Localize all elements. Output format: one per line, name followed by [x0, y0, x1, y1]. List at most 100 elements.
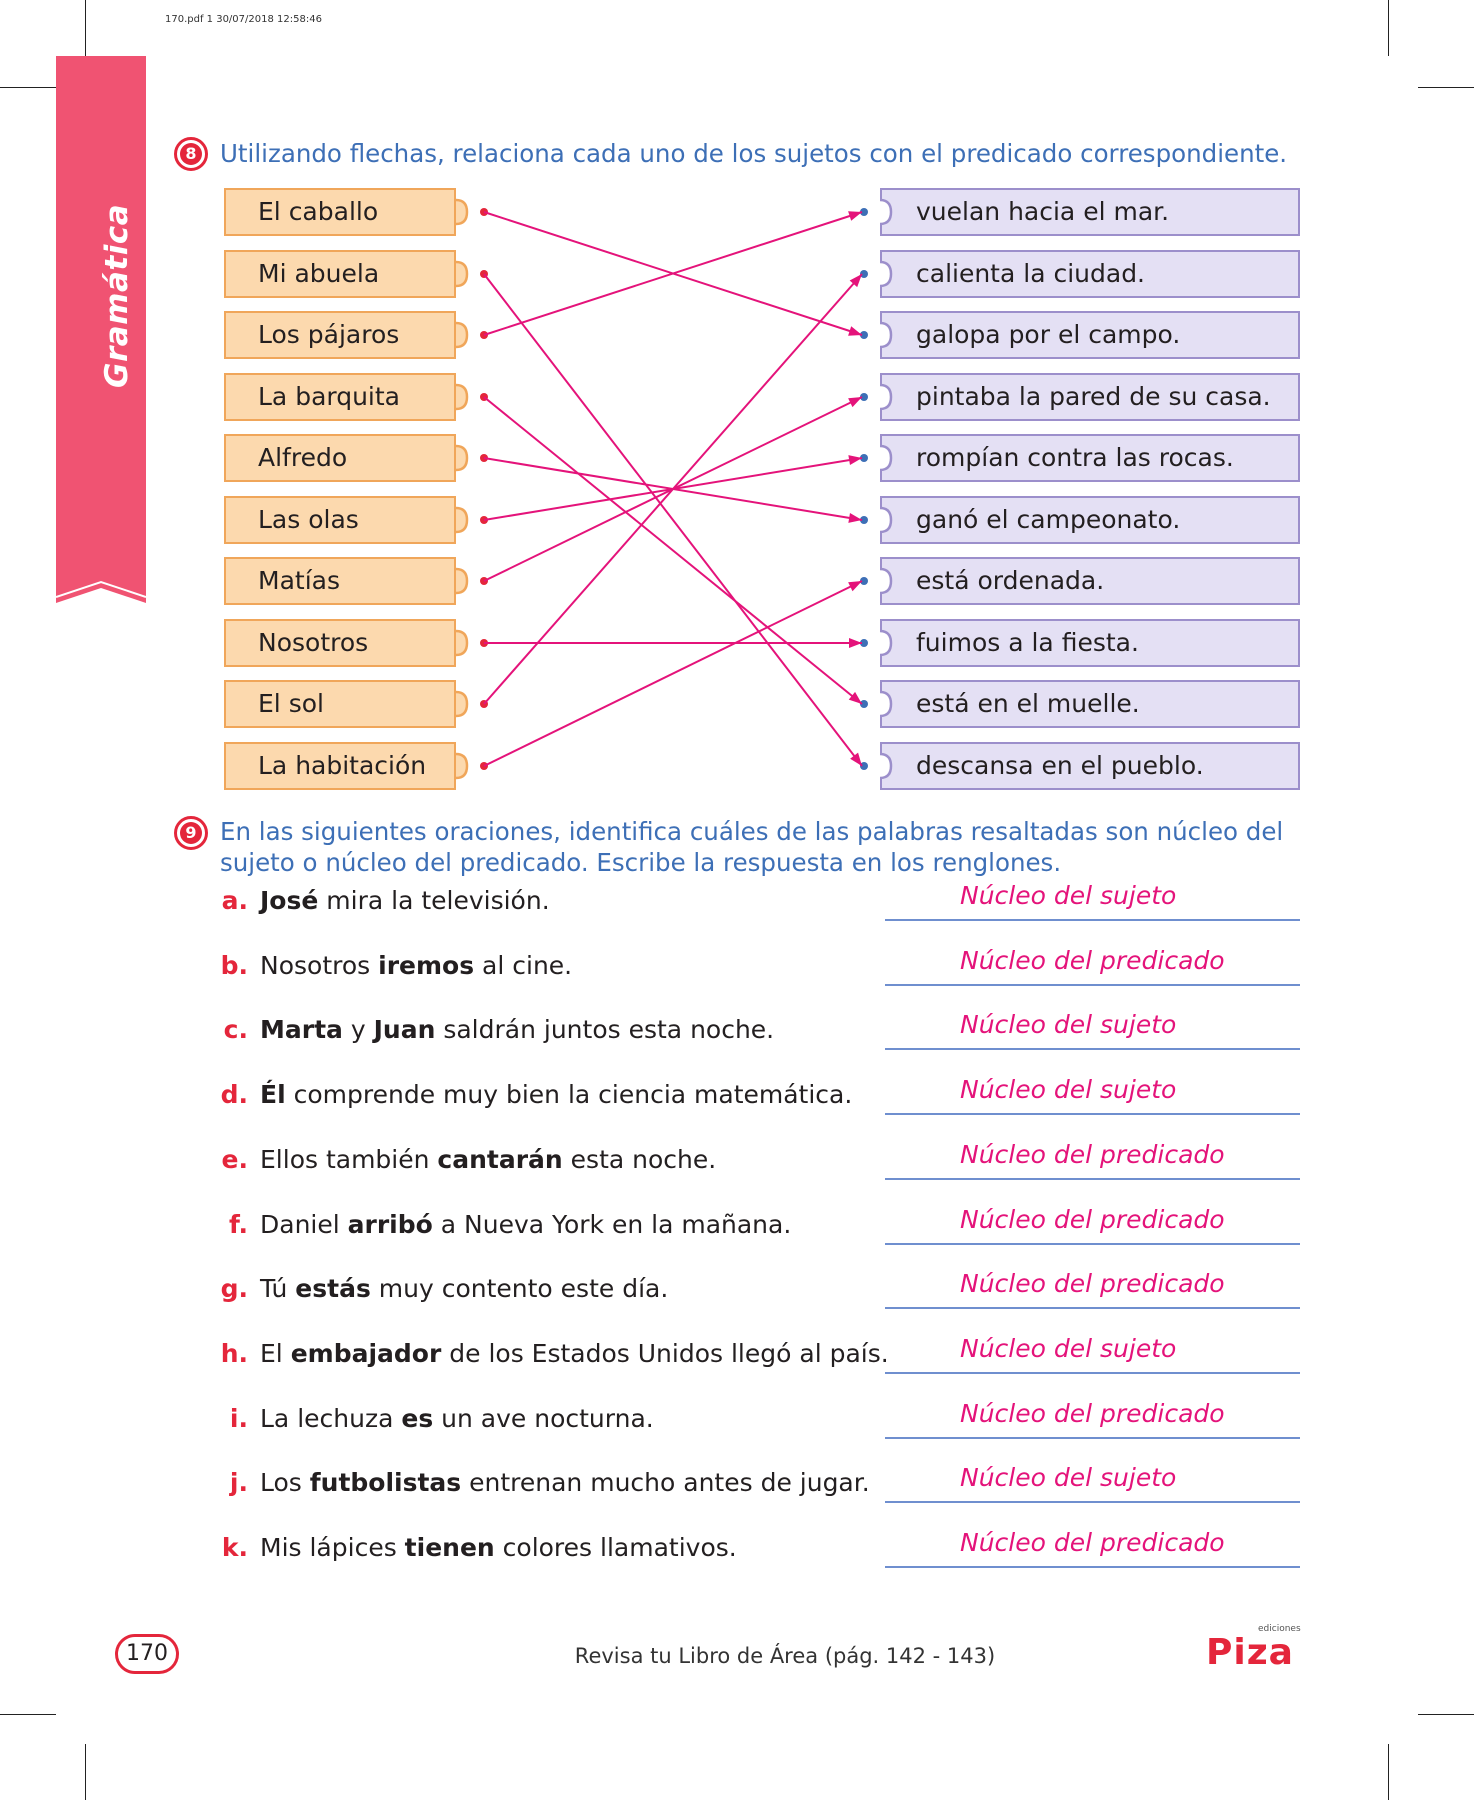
match-arrow-head: [848, 512, 862, 523]
answer-text: Núcleo del sujeto: [960, 1010, 1177, 1039]
highlighted-word: estás: [295, 1274, 371, 1303]
sentence-part: El: [260, 1339, 291, 1368]
subject-tab: [455, 506, 469, 534]
predicate-notch: [879, 260, 893, 288]
match-arrow-head: [848, 326, 862, 336]
predicate-notch: [879, 444, 893, 472]
match-arrow-head: [849, 638, 862, 648]
match-arrow-head: [848, 455, 862, 466]
question-text: Daniel arribó a Nueva York en la mañana.: [260, 1210, 791, 1239]
predicate-notch: [879, 383, 893, 411]
match-arrow-head: [848, 211, 862, 221]
highlighted-word: embajador: [290, 1339, 442, 1368]
match-arrow-head: [850, 752, 862, 766]
answer-line[interactable]: Núcleo del sujeto: [885, 879, 1300, 921]
question-row: d. Él comprende muy bien la ciencia matem…: [218, 1075, 853, 1115]
exercise-instruction: En las siguientes oraciones, identifica …: [220, 816, 1283, 878]
question-letter: c.: [223, 1015, 248, 1044]
subject-tab: [455, 383, 469, 411]
answer-text: Núcleo del predicado: [960, 1205, 1225, 1234]
answer-text: Núcleo del predicado: [960, 1399, 1225, 1428]
subject-tab: [455, 321, 469, 349]
question-row: f. Daniel arribó a Nueva York en la mañan…: [218, 1205, 791, 1245]
highlighted-word: tienen: [404, 1533, 495, 1562]
question-text: Los futbolistas entrenan mucho antes de …: [260, 1468, 870, 1497]
sentence-part: Daniel: [260, 1210, 348, 1239]
sentence-part: Ellos también: [260, 1145, 438, 1174]
sentence-part: Los: [260, 1468, 310, 1497]
answer-line[interactable]: Núcleo del predicado: [885, 1267, 1300, 1309]
question-row: e. Ellos también cantarán esta noche.: [218, 1140, 717, 1180]
sentence-part: La lechuza: [260, 1404, 402, 1433]
sentence-part: de los Estados Unidos llegó al país.: [441, 1339, 889, 1368]
question-text: José mira la televisión.: [260, 886, 550, 915]
sentence-part: comprende muy bien la ciencia matemática…: [285, 1080, 853, 1109]
answer-text: Núcleo del predicado: [960, 1140, 1225, 1169]
question-row: h. El embajador de los Estados Unidos lle…: [218, 1334, 889, 1374]
sentence-part: Nosotros: [260, 951, 379, 980]
page-number: 170: [115, 1634, 179, 1674]
highlighted-word: Marta: [260, 1015, 343, 1044]
answer-line[interactable]: Núcleo del predicado: [885, 1138, 1300, 1180]
question-row: g. Tú estás muy contento este día.: [218, 1269, 669, 1309]
highlighted-word: cantarán: [437, 1145, 563, 1174]
question-text: El embajador de los Estados Unidos llegó…: [260, 1339, 889, 1368]
answer-text: Núcleo del sujeto: [960, 1463, 1177, 1492]
highlighted-word: José: [260, 886, 319, 915]
logo-small-text: ediciones: [1258, 1624, 1301, 1634]
question-text: Ellos también cantarán esta noche.: [260, 1145, 716, 1174]
answer-line[interactable]: Núcleo del predicado: [885, 944, 1300, 986]
question-letter: e.: [221, 1145, 248, 1174]
sentence-part: y: [342, 1015, 374, 1044]
question-row: c. Marta y Juan saldrán juntos esta noche…: [218, 1010, 774, 1050]
match-arrow-line: [483, 580, 863, 767]
sentence-part: al cine.: [474, 951, 573, 980]
crop-mark: [85, 1744, 86, 1800]
match-arrow-head: [848, 581, 862, 592]
subject-tab: [455, 567, 469, 595]
instruction-line: sujeto o núcleo del predicado. Escribe l…: [220, 848, 1062, 877]
match-arrow-line: [483, 273, 863, 767]
predicate-notch: [879, 506, 893, 534]
predicate-notch: [879, 690, 893, 718]
answer-line[interactable]: Núcleo del predicado: [885, 1203, 1300, 1245]
sentence-part: esta noche.: [562, 1145, 717, 1174]
question-text: Mis lápices tienen colores llamativos.: [260, 1533, 737, 1562]
sentence-part: colores llamativos.: [494, 1533, 737, 1562]
answer-line[interactable]: Núcleo del sujeto: [885, 1461, 1300, 1503]
question-letter: k.: [221, 1533, 248, 1562]
answer-text: Núcleo del predicado: [960, 1528, 1225, 1557]
sentence-part: Mis lápices: [260, 1533, 405, 1562]
answer-line[interactable]: Núcleo del sujeto: [885, 1008, 1300, 1050]
crop-mark: [0, 1714, 56, 1715]
question-row: k. Mis lápices tienen colores llamativos.: [218, 1528, 737, 1568]
answer-line[interactable]: Núcleo del predicado: [885, 1526, 1300, 1568]
answer-text: Núcleo del predicado: [960, 1269, 1225, 1298]
answer-text: Núcleo del predicado: [960, 946, 1225, 975]
question-letter: f.: [228, 1210, 248, 1239]
exercise-number: 9: [180, 822, 202, 844]
predicate-notch: [879, 752, 893, 780]
subject-tab: [455, 690, 469, 718]
footer-note: Revisa tu Libro de Área (pág. 142 - 143): [574, 1644, 996, 1668]
highlighted-word: futbolistas: [309, 1468, 462, 1497]
sentence-part: a Nueva York en la mañana.: [432, 1210, 792, 1239]
match-arrow-head: [848, 397, 862, 408]
match-arrow-line: [483, 273, 863, 705]
question-letter: h.: [220, 1339, 248, 1368]
answer-line[interactable]: Núcleo del sujeto: [885, 1073, 1300, 1115]
highlighted-word: iremos: [378, 951, 475, 980]
sentence-part: saldrán juntos esta noche.: [435, 1015, 775, 1044]
question-row: a. José mira la televisión.: [218, 881, 550, 921]
answer-line[interactable]: Núcleo del sujeto: [885, 1332, 1300, 1374]
subject-tab: [455, 629, 469, 657]
answer-text: Núcleo del sujeto: [960, 1334, 1177, 1363]
question-letter: d.: [220, 1080, 248, 1109]
question-letter: b.: [220, 951, 248, 980]
subject-tab: [455, 198, 469, 226]
highlighted-word: Juan: [373, 1015, 436, 1044]
answer-line[interactable]: Núcleo del predicado: [885, 1397, 1300, 1439]
predicate-notch: [879, 321, 893, 349]
sentence-part: Tú: [260, 1274, 296, 1303]
sentence-part: entrenan mucho antes de jugar.: [461, 1468, 870, 1497]
